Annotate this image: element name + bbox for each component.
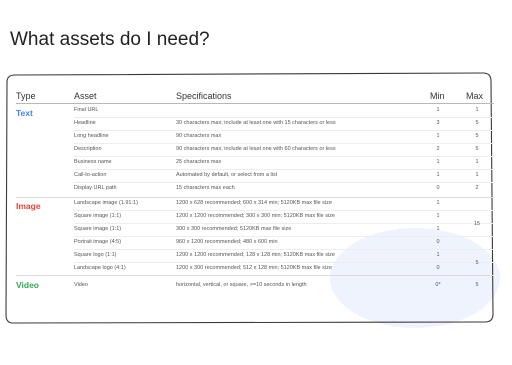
- table-row: Headline 30 characters max; include at l…: [16, 117, 494, 130]
- asset-min: 1: [436, 252, 440, 258]
- asset-min: 0: [436, 265, 440, 271]
- asset-name: Final URL: [74, 107, 99, 113]
- asset-spec: 90 characters max; include at least one …: [176, 146, 336, 152]
- table-row: Square logo (1:1) 1200 x 1200 recommende…: [16, 249, 494, 262]
- header-specifications: Specifications: [176, 91, 232, 101]
- asset-name: Business name: [74, 159, 112, 165]
- asset-max: 1: [475, 107, 479, 113]
- asset-max: 5: [475, 282, 479, 288]
- asset-spec: 15 characters max each: [176, 185, 235, 191]
- asset-name: Square logo (1:1): [74, 252, 117, 258]
- asset-name: Video: [74, 282, 88, 288]
- asset-max: 5: [475, 133, 479, 139]
- table-row: Landscape logo (4:1) 1200 x 300 recommen…: [16, 262, 494, 275]
- table-row: Long headline 90 characters max 1 5: [16, 130, 494, 143]
- asset-min: 1: [436, 172, 440, 178]
- table-row: Video horizontal, vertical, or square, >…: [16, 279, 494, 292]
- asset-max: 1: [475, 159, 479, 165]
- table-row: Call-to-action Automated by default, or …: [16, 169, 494, 182]
- assets-table: Type Asset Specifications Min Max Text I…: [16, 84, 496, 296]
- asset-min: 1: [436, 200, 440, 206]
- asset-name: Call-to-action: [74, 172, 107, 178]
- asset-spec: 960 x 1200 recommended; 480 x 600 min: [176, 239, 278, 245]
- asset-name: Headline: [74, 120, 96, 126]
- header-asset: Asset: [74, 91, 97, 101]
- asset-min: 0: [436, 239, 440, 245]
- asset-max: 2: [475, 185, 479, 191]
- asset-spec: 25 characters max: [176, 159, 222, 165]
- asset-spec: horizontal, vertical, or square, >=10 se…: [176, 282, 307, 288]
- asset-spec: 1200 x 300 recommended; 512 x 128 min; 5…: [176, 265, 332, 271]
- table-row: Final URL 1 1: [16, 104, 494, 117]
- asset-max: 1: [475, 172, 479, 178]
- asset-name: Display URL path: [74, 185, 117, 191]
- asset-name: Landscape image (1.91:1): [74, 200, 138, 206]
- table-row: Description 90 characters max; include a…: [16, 143, 494, 156]
- asset-name: Long headline: [74, 133, 109, 139]
- table-row: Display URL path 15 characters max each …: [16, 182, 494, 195]
- header-min: Min: [430, 91, 445, 101]
- asset-spec: 1200 x 1200 recommended; 300 x 300 min; …: [176, 213, 335, 219]
- table-row: Landscape image (1.91:1) 1200 x 628 reco…: [16, 197, 494, 210]
- asset-spec: 1200 x 628 recommended; 600 x 314 min; 5…: [176, 200, 332, 206]
- table-row: Square image (1:1) 1200 x 1200 recommend…: [16, 210, 494, 223]
- asset-min: 1: [436, 226, 440, 232]
- slide-title: What assets do I need?: [10, 29, 210, 50]
- asset-name: Square image (1:1): [74, 226, 122, 232]
- header-max: Max: [466, 91, 484, 101]
- asset-min: 1: [436, 107, 440, 113]
- slide: What assets do I need? Type Asset Specif…: [0, 0, 512, 365]
- asset-name: Description: [74, 146, 102, 152]
- asset-spec: 300 x 300 recommended; 5120KB max file s…: [176, 226, 292, 232]
- asset-spec: 90 characters max: [176, 133, 222, 139]
- asset-min: 1: [436, 133, 440, 139]
- asset-min: 3: [436, 120, 440, 126]
- asset-min: 1: [436, 159, 440, 165]
- asset-name: Square image (1:1): [74, 213, 122, 219]
- group-divider: [16, 275, 494, 276]
- asset-max: 5: [475, 146, 479, 152]
- asset-spec: 1200 x 1200 recommended; 128 x 128 min; …: [176, 252, 335, 258]
- header-type: Type: [16, 91, 36, 101]
- asset-name: Landscape logo (4:1): [74, 265, 126, 271]
- asset-name: Portrait image (4:5): [74, 239, 122, 245]
- logo-max-total: 5: [475, 260, 479, 266]
- asset-spec: Automated by default, or select from a l…: [176, 172, 278, 178]
- asset-spec: 30 characters max; include at least one …: [176, 120, 336, 126]
- asset-min: 0: [436, 185, 440, 191]
- table-row: Square image (1:1) 300 x 300 recommended…: [16, 223, 494, 236]
- asset-max: 5: [475, 120, 479, 126]
- table-row: Business name 25 characters max 1 1: [16, 156, 494, 169]
- asset-min: 2: [436, 146, 440, 152]
- asset-min: 1: [436, 213, 440, 219]
- asset-min: 0*: [435, 282, 441, 288]
- table-row: Portrait image (4:5) 960 x 1200 recommen…: [16, 236, 494, 249]
- image-max-total: 15: [473, 221, 481, 227]
